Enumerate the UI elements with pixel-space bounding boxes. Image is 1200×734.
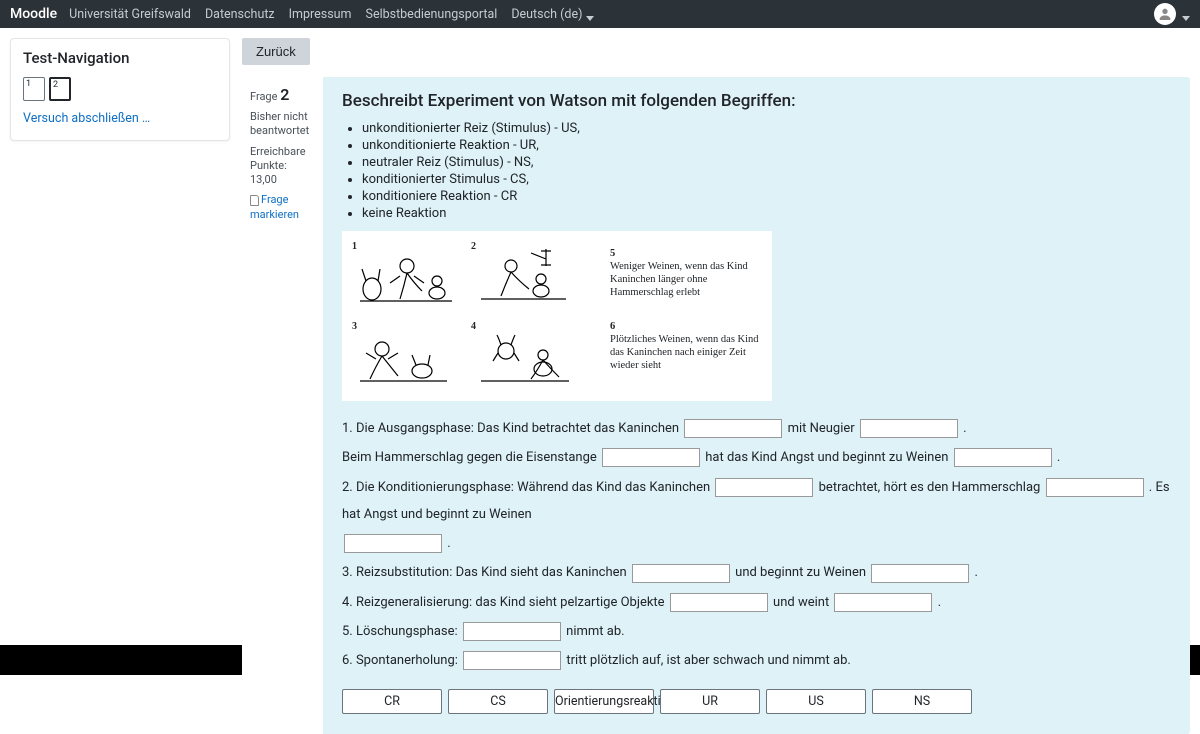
back-button[interactable]: Zurück [242,38,310,65]
language-menu[interactable]: Deutsch (de) [511,7,594,22]
drop-gap[interactable] [670,593,768,612]
term-item: keine Reaktion [362,206,1172,221]
line-text: hat das Kind Angst und beginnt zu Weinen [705,450,948,465]
person-icon [1157,6,1173,22]
flag-question-link[interactable]: Frage markieren [250,193,315,222]
caption-number: 6 [610,321,615,332]
line-text: 1. Die Ausgangsphase: Das Kind betrachte… [342,421,679,436]
drop-gap[interactable] [602,448,700,467]
question-block: Frage 2 Bisher nicht beantwortet Erreich… [242,77,1190,734]
question-number: 2 [280,85,289,104]
quiz-navigation-block: Test-Navigation 1 2 Versuch abschließen … [10,38,230,141]
line-text: betrachtet, hört es den Hammerschlag [819,480,1041,495]
scene-4: 4 [471,321,576,391]
line-text: 2. Die Konditionierungsphase: Während da… [342,480,710,495]
nav-link-portal[interactable]: Selbstbedienungsportal [366,7,498,22]
drop-gap[interactable] [871,564,969,583]
line-text: 4. Reizgeneralisierung: das Kind sieht p… [342,595,665,610]
drop-gap[interactable] [463,622,561,641]
sketch-icon [471,241,576,311]
question-info: Frage 2 Bisher nicht beantwortet Erreich… [242,77,324,734]
sketch-icon [471,321,576,391]
figure-captions: 5 Weniger Weinen, wenn das Kind Kaninchen… [610,241,760,391]
nav-link-impressum[interactable]: Impressum [289,7,352,22]
drag-option-ur[interactable]: UR [660,689,760,714]
figure-scenes: 1 [352,241,592,391]
line-text: . [938,595,941,610]
line-text: . [447,536,450,551]
question-label: Frage [250,90,277,103]
scene-3: 3 [352,321,457,391]
top-nav: Moodle Universität Greifswald Datenschut… [0,0,1200,28]
flag-icon [250,195,259,206]
line-text: . [975,565,978,580]
answer-lines: 1. Die Ausgangsphase: Das Kind betrachte… [342,415,1172,675]
line-text: und weint [773,595,829,610]
quiz-nav-title: Test-Navigation [23,49,217,67]
caption-text: Weniger Weinen, wenn das Kind Kaninchen … [610,261,748,298]
sketch-icon [352,241,457,311]
language-label: Deutsch (de) [511,7,582,22]
sketch-icon [352,321,457,391]
scene-1: 1 [352,241,457,311]
line-text: . [963,421,966,436]
line-text: Beim Hammerschlag gegen die Eisenstange [342,450,597,465]
brand-link[interactable]: Moodle [10,6,57,22]
drop-gap[interactable] [1046,478,1144,497]
caption-text: Plötzliches Weinen, wenn das Kind das Ka… [610,334,759,371]
drop-gap[interactable] [344,534,442,553]
question-state: Bisher nicht beantwortet [250,110,315,139]
nav-link-datenschutz[interactable]: Datenschutz [205,7,275,22]
term-item: unkonditionierte Reaktion - UR, [362,138,1172,153]
drop-gap[interactable] [715,478,813,497]
quiz-nav-q1[interactable]: 1 [23,77,45,101]
user-avatar[interactable] [1154,3,1176,25]
term-item: unkonditionierter Reiz (Stimulus) - US, [362,121,1172,136]
question-content: Beschreibt Experiment von Watson mit fol… [324,77,1190,734]
line-text: 5. Löschungsphase: [342,624,458,639]
line-text: nimmt ab. [566,624,624,639]
drag-option-ns[interactable]: NS [872,689,972,714]
drop-gap[interactable] [860,419,958,438]
question-grade: Erreichbare Punkte: 13,00 [250,145,315,188]
drop-gap[interactable] [632,564,730,583]
chevron-down-icon[interactable] [1182,10,1190,18]
drop-gap[interactable] [834,593,932,612]
experiment-figure: 1 [342,231,772,401]
drag-option-cs[interactable]: CS [448,689,548,714]
drop-gap[interactable] [463,651,561,670]
caption-number: 5 [610,248,615,259]
question-prompt: Beschreibt Experiment von Watson mit fol… [342,91,1172,111]
line-text: tritt plötzlich auf, ist aber schwach un… [566,653,850,668]
quiz-nav-q2[interactable]: 2 [49,77,71,101]
main-content: Zurück Frage 2 Bisher nicht beantwortet … [242,38,1190,635]
line-text: 6. Spontanerholung: [342,653,458,668]
drag-option-us[interactable]: US [766,689,866,714]
scene-2: 2 [471,241,576,311]
nav-link-university[interactable]: Universität Greifswald [69,7,191,22]
line-text: . [1057,450,1060,465]
line-text: mit Neugier [788,421,855,436]
term-item: konditioniere Reaktion - CR [362,189,1172,204]
term-item: konditionierter Stimulus - CS, [362,172,1172,187]
drop-gap[interactable] [954,448,1052,467]
term-item: neutraler Reiz (Stimulus) - NS, [362,155,1172,170]
drag-option-cr[interactable]: CR [342,689,442,714]
terms-list: unkonditionierter Reiz (Stimulus) - US, … [362,121,1172,221]
line-text: und beginnt zu Weinen [735,565,866,580]
drag-options: CR CS Orientierungsreaktion UR US NS [342,689,1172,714]
finish-attempt-link[interactable]: Versuch abschließen … [23,111,150,126]
chevron-down-icon [586,10,594,18]
line-text: 3. Reizsubstitution: Das Kind sieht das … [342,565,627,580]
drag-option-orient[interactable]: Orientierungsreaktion [554,689,654,714]
drop-gap[interactable] [684,419,782,438]
